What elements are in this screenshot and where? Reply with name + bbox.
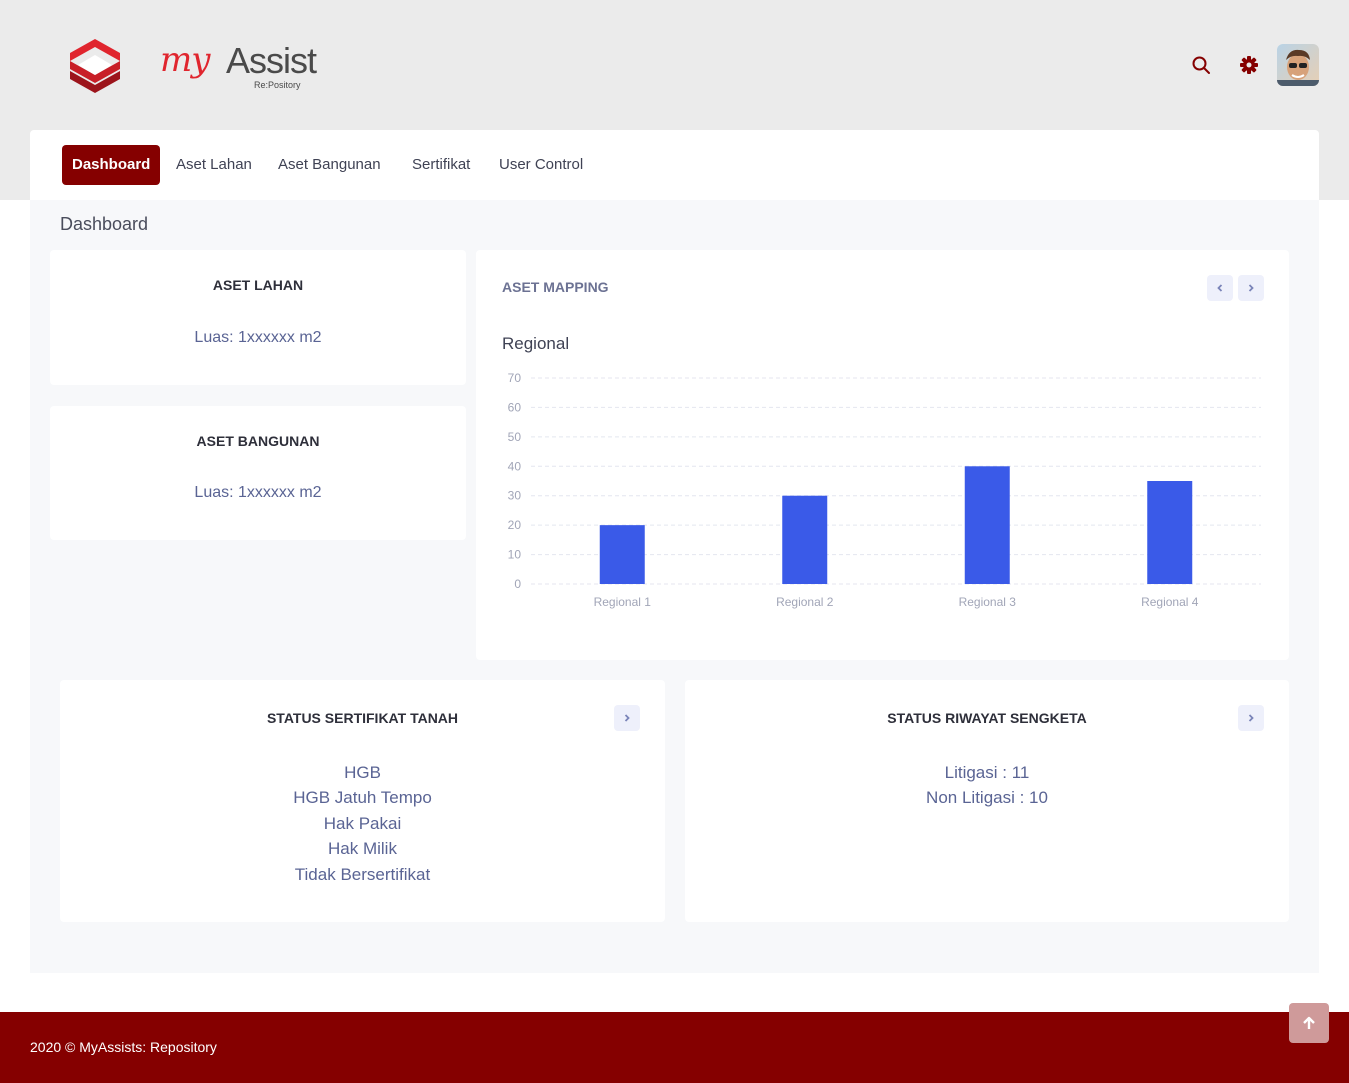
x-tick-label: Regional 2 [776, 595, 834, 609]
bar-regional-3 [964, 466, 1010, 584]
y-tick-label: 70 [508, 371, 522, 385]
search-icon [1192, 56, 1210, 74]
sengketa-item-litigasi: Litigasi : 11 [944, 763, 1030, 782]
y-tick-label: 30 [508, 489, 522, 503]
page-title: Dashboard [60, 214, 149, 234]
sertifikat-item-hgb: HGB [344, 763, 381, 782]
settings-button[interactable] [1237, 53, 1261, 77]
sertifikat-item-hak-pakai: Hak Pakai [323, 814, 402, 833]
x-tick-label: Regional 1 [594, 595, 652, 609]
arrow-up-icon [1303, 1016, 1315, 1029]
nav-sertifikat[interactable]: Sertifikat [412, 145, 470, 185]
gear-icon [1240, 56, 1258, 74]
nav-aset-lahan[interactable]: Aset Lahan [176, 145, 252, 185]
x-tick-label: Regional 4 [1141, 595, 1199, 609]
status-sertifikat-title: STATUS SERTIFIKAT TANAH [266, 710, 459, 726]
status-sengketa-next-button[interactable] [1238, 705, 1264, 731]
main-nav: Dashboard Aset Lahan Aset Bangunan Serti… [30, 130, 1319, 200]
y-tick-label: 0 [514, 577, 521, 591]
y-tick-label: 50 [508, 430, 522, 444]
aset-lahan-card: ASET LAHAN Luas: 1xxxxxx m2 [50, 250, 466, 385]
footer-copyright: 2020 © MyAssists: Repository [30, 1039, 217, 1055]
brand-subtitle: Re:Pository [254, 80, 301, 90]
nav-dashboard[interactable]: Dashboard [62, 145, 161, 185]
status-sertifikat-card: STATUS SERTIFIKAT TANAH HGB HGB Jatuh Te… [60, 680, 665, 922]
avatar[interactable] [1277, 44, 1319, 86]
brand-assist: Assist [226, 40, 317, 81]
bar-regional-4 [1147, 481, 1193, 584]
aset-bangunan-title: ASET BANGUNAN [196, 433, 320, 449]
sertifikat-item-tidak-bersertifikat: Tidak Bersertifikat [294, 865, 431, 884]
aset-bangunan-card: ASET BANGUNAN Luas: 1xxxxxx m2 [50, 406, 466, 540]
status-sertifikat-next-button[interactable] [614, 705, 640, 731]
y-tick-label: 40 [508, 459, 522, 473]
y-tick-label: 20 [508, 518, 522, 532]
next-button[interactable] [1238, 275, 1264, 301]
brand-logo: my Assist Re:Pository [160, 36, 320, 100]
x-tick-label: Regional 3 [959, 595, 1017, 609]
sertifikat-item-hgb-jatuh-tempo: HGB Jatuh Tempo [293, 788, 432, 807]
y-tick-label: 60 [508, 400, 522, 414]
status-sengketa-card: STATUS RIWAYAT SENGKETA Litigasi : 11 No… [685, 680, 1289, 922]
aset-lahan-title: ASET LAHAN [212, 277, 304, 293]
user-avatar-image [1277, 44, 1319, 86]
sertifikat-item-hak-milik: Hak Milik [328, 839, 397, 858]
chart-title: Regional [502, 334, 570, 353]
search-button[interactable] [1189, 53, 1213, 77]
nav-aset-bangunan[interactable]: Aset Bangunan [278, 145, 381, 185]
status-sengketa-title: STATUS RIWAYAT SENGKETA [887, 710, 1087, 726]
footer: 2020 © MyAssists: Repository [0, 1012, 1349, 1083]
y-tick-label: 10 [508, 548, 522, 562]
nav-user-control[interactable]: User Control [499, 145, 583, 185]
regional-bar-chart: 0 10 20 30 40 50 60 70 Regional 1 Regional 2 Regio… [508, 371, 1261, 609]
scroll-top-button[interactable] [1289, 1003, 1329, 1043]
prev-button[interactable] [1207, 275, 1233, 301]
brand-my: my [160, 40, 210, 80]
chevron-left-icon [1217, 284, 1223, 292]
aset-bangunan-value: Luas: 1xxxxxx m2 [194, 484, 322, 501]
bar-regional-1 [599, 525, 645, 584]
chevron-right-icon [1248, 284, 1254, 292]
aset-mapping-title: ASET MAPPING [502, 279, 609, 295]
logo-icon [70, 39, 120, 93]
chevron-right-icon [1248, 714, 1254, 722]
aset-mapping-card: ASET MAPPING Regional 0 10 20 30 40 50 60 70 Reg… [476, 250, 1289, 660]
aset-lahan-value: Luas: 1xxxxxx m2 [194, 329, 322, 346]
sengketa-item-non-litigasi: Non Litigasi : 10 [926, 788, 1048, 807]
dashboard-content: Dashboard ASET LAHAN Luas: 1xxxxxx m2 AS… [30, 200, 1319, 973]
chevron-right-icon [624, 714, 630, 722]
bar-regional-2 [782, 495, 828, 584]
